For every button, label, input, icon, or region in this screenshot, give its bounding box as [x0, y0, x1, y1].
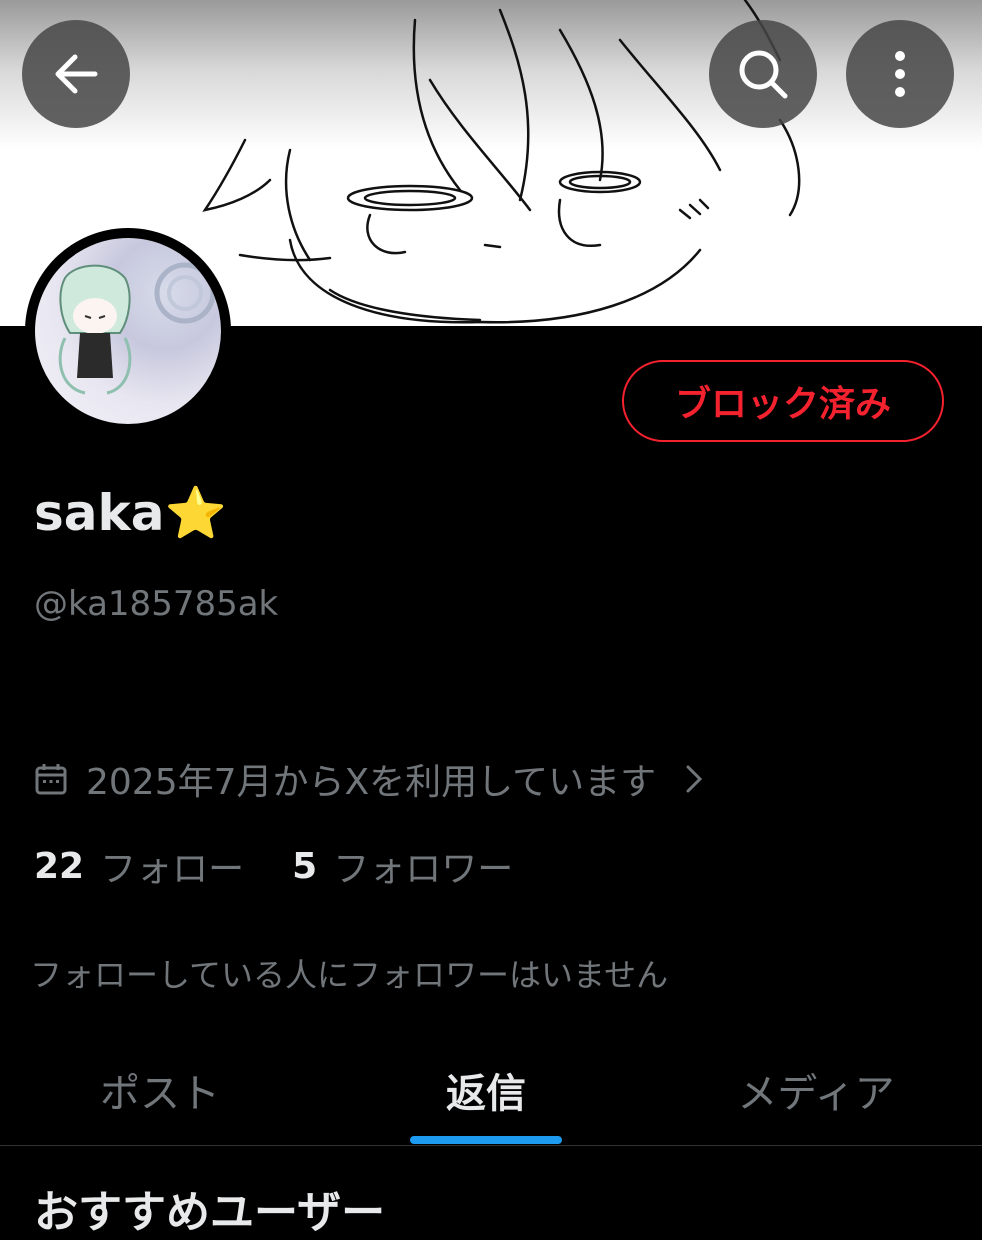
profile-tabs: ポスト 返信 メディア — [0, 1040, 982, 1144]
follow-stats: 22 フォロー 5 フォロワー — [34, 840, 513, 892]
avatar-image — [35, 238, 221, 424]
tabs-divider — [0, 1145, 982, 1146]
back-button[interactable] — [22, 20, 130, 128]
joined-date-text: 2025年7月からXを利用しています — [86, 762, 657, 803]
tab-replies[interactable]: 返信 — [386, 1040, 586, 1140]
calendar-icon — [35, 764, 67, 795]
blocked-button[interactable]: ブロック済み — [622, 360, 944, 442]
tab-media[interactable]: メディア — [716, 1040, 916, 1140]
followers-label: フォロワー — [333, 849, 514, 890]
following-link[interactable]: 22 フォロー — [34, 840, 244, 892]
profile-handle: @ka185785ak — [34, 584, 279, 624]
following-label: フォロー — [100, 849, 245, 890]
followers-you-know-text: フォローしている人にフォロワーはいません — [30, 956, 669, 994]
followers-link[interactable]: 5 フォロワー — [292, 840, 513, 892]
more-vertical-icon — [895, 51, 905, 97]
tab-posts[interactable]: ポスト — [60, 1040, 260, 1140]
more-options-button[interactable] — [846, 20, 954, 128]
search-button[interactable] — [709, 20, 817, 128]
followers-count: 5 — [292, 845, 318, 887]
recommended-users-title: おすすめユーザー — [34, 1187, 386, 1238]
active-tab-indicator — [410, 1136, 562, 1144]
arrow-left-icon — [55, 54, 98, 94]
following-count: 22 — [34, 845, 85, 887]
joined-date-row[interactable]: 2025年7月からXを利用しています — [34, 753, 704, 805]
profile-name: saka⭐ — [34, 484, 227, 542]
search-icon — [739, 50, 788, 99]
chevron-right-icon — [686, 765, 703, 793]
avatar[interactable] — [25, 228, 231, 434]
